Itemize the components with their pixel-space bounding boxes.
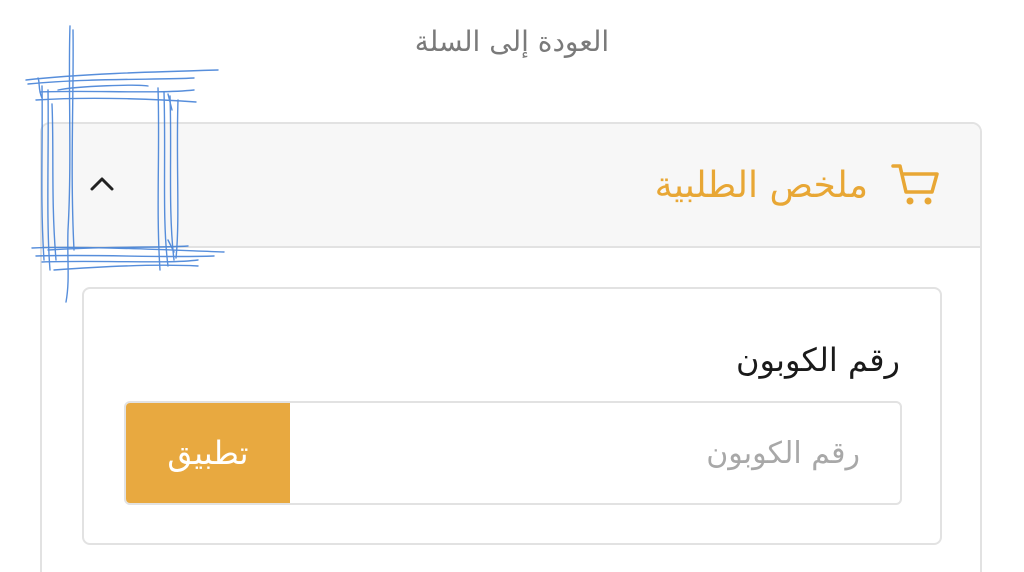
coupon-form: تطبيق [124, 401, 902, 505]
apply-coupon-button[interactable]: تطبيق [126, 403, 290, 503]
back-to-cart-link[interactable]: العودة إلى السلة [0, 18, 1024, 66]
checkout-page: العودة إلى السلة ملخص الطلبية رقم الكوبو… [0, 0, 1024, 572]
coupon-label: رقم الكوبون [736, 341, 900, 379]
cart-icon [891, 164, 939, 205]
order-summary-title: ملخص الطلبية [654, 165, 868, 206]
coupon-card: رقم الكوبون تطبيق [82, 287, 942, 545]
chevron-up-icon[interactable] [88, 174, 116, 194]
order-summary-toggle[interactable]: ملخص الطلبية [42, 124, 980, 248]
coupon-code-input[interactable] [290, 403, 900, 503]
